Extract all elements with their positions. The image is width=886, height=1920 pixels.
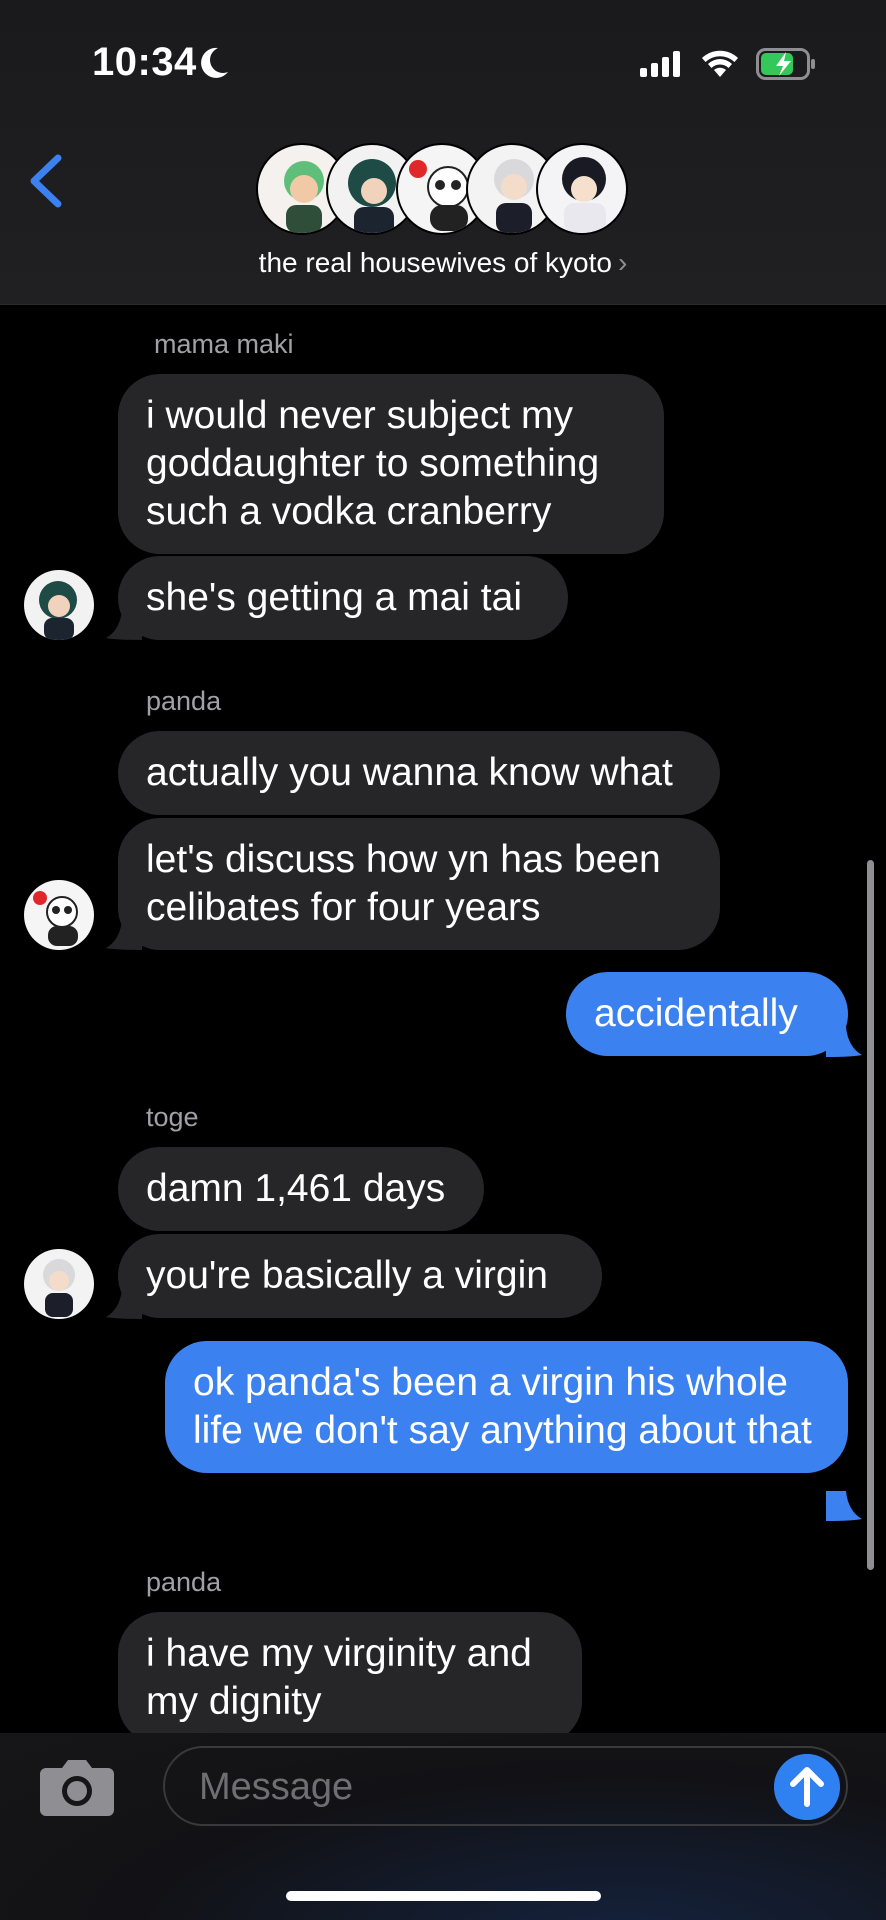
message-bubble[interactable]: she's getting a mai tai [118, 556, 568, 640]
back-chevron-icon[interactable] [26, 152, 66, 210]
sender-name: panda [146, 1567, 222, 1597]
status-time: 10:34 [92, 40, 197, 84]
message-bubble[interactable]: actually you wanna know what [118, 731, 720, 815]
avatar[interactable] [24, 1249, 94, 1319]
message-bubble-sent[interactable]: ok panda's been a virgin his whole life … [165, 1341, 848, 1473]
status-icons [640, 48, 816, 80]
chevron-right-icon: › [617, 247, 628, 278]
bubble-tail [106, 610, 142, 640]
battery-charging-icon [756, 48, 815, 80]
cellular-signal-icon [640, 51, 680, 77]
message-bubble[interactable]: you're basically a virgin [118, 1234, 602, 1318]
group-name-label: the real housewives of kyoto [258, 247, 612, 278]
sender-name: mama maki [154, 329, 294, 359]
message-bubble[interactable]: let's discuss how yn has been celibates … [118, 818, 720, 950]
wifi-icon [702, 50, 738, 77]
avatar[interactable] [24, 570, 94, 640]
message-bubble-sent[interactable]: accidentally [566, 972, 848, 1056]
message-bubble[interactable]: i would never subject my goddaughter to … [118, 374, 664, 554]
bubble-tail [826, 1491, 862, 1521]
scrollbar[interactable] [867, 860, 874, 1570]
message-bubble[interactable]: i have my virginity and my dignity [118, 1612, 582, 1744]
sender-name: toge [146, 1102, 199, 1132]
bubble-tail [826, 1027, 862, 1057]
avatar[interactable] [24, 880, 94, 950]
camera-icon[interactable] [38, 1756, 116, 1818]
message-input[interactable]: Message [163, 1746, 848, 1826]
group-name[interactable]: the real housewives of kyoto › [0, 247, 886, 279]
send-arrow-icon[interactable] [774, 1754, 840, 1820]
sender-name: panda [146, 686, 222, 716]
home-indicator[interactable] [286, 1891, 601, 1901]
conversation-header: 10:34 the real housewives of kyoto › [0, 0, 886, 305]
group-avatars[interactable] [256, 143, 632, 235]
avatar [536, 143, 628, 235]
bubble-tail [106, 1289, 142, 1319]
message-placeholder: Message [199, 1766, 354, 1808]
focus-moon-icon [201, 47, 228, 78]
bubble-tail [106, 920, 142, 950]
message-bubble[interactable]: damn 1,461 days [118, 1147, 484, 1231]
